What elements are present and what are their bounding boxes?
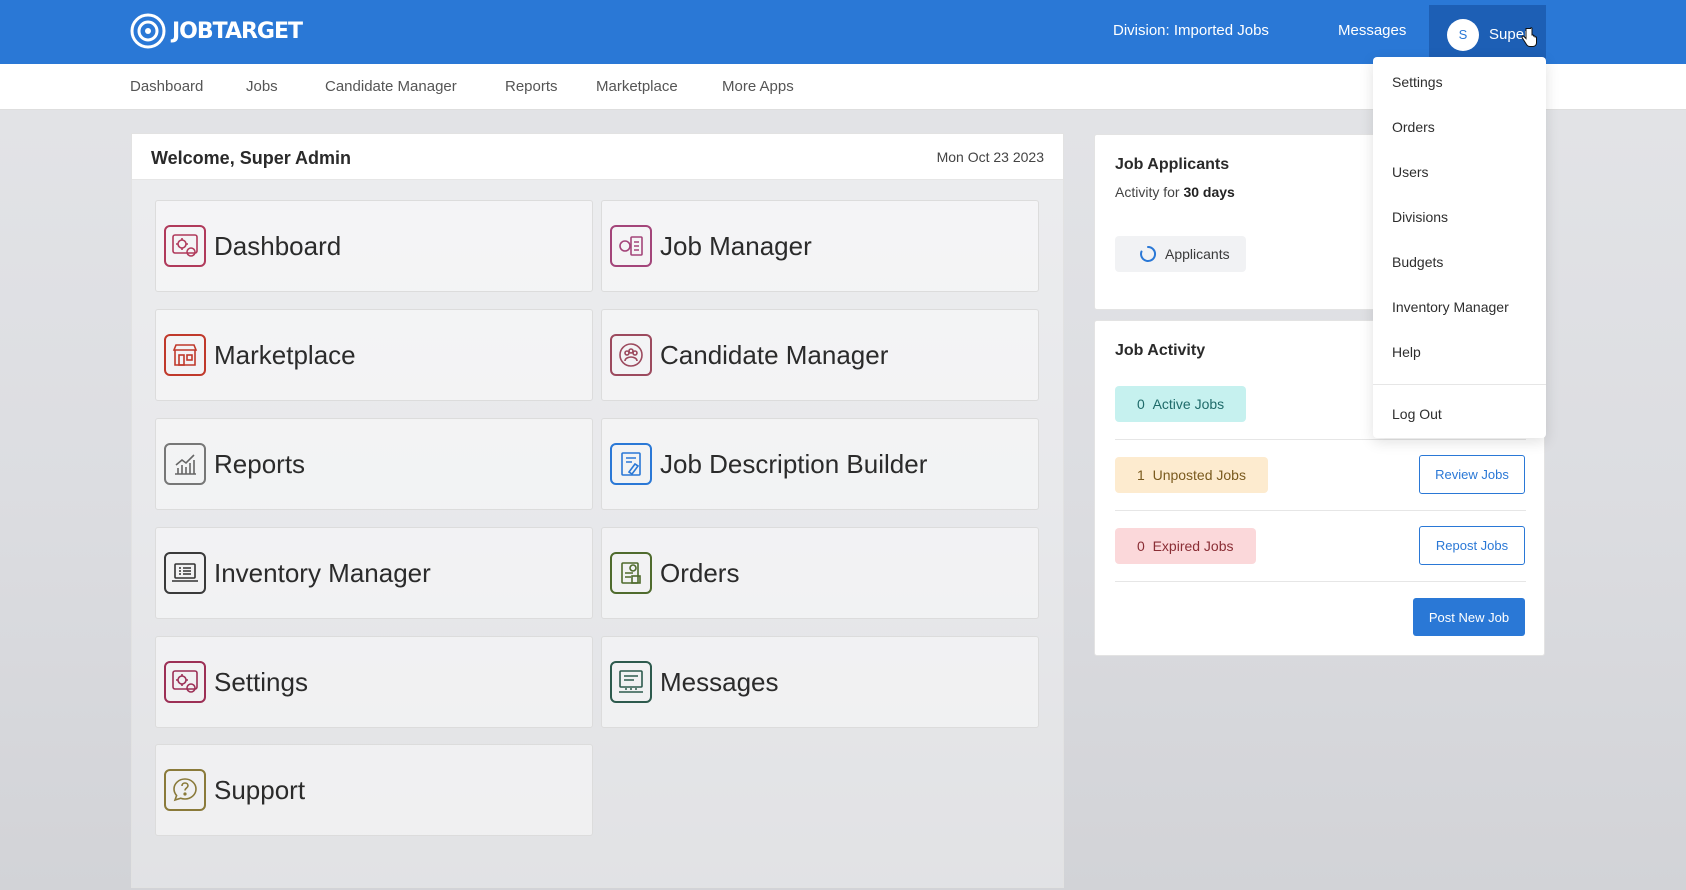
nav-candidate-manager[interactable]: Candidate Manager (325, 78, 457, 95)
help-bubble-icon (164, 769, 206, 811)
orders-clipboard-icon (610, 552, 652, 594)
post-new-job-button[interactable]: Post New Job (1413, 598, 1525, 636)
menu-item-inventory-manager[interactable]: Inventory Manager (1392, 299, 1509, 315)
menu-item-settings[interactable]: Settings (1392, 74, 1443, 90)
tile-candidate-manager[interactable]: Candidate Manager (601, 309, 1039, 401)
avatar: S (1447, 18, 1479, 51)
menu-item-orders[interactable]: Orders (1392, 119, 1435, 135)
repost-jobs-button[interactable]: Repost Jobs (1419, 526, 1525, 565)
tile-label: Settings (214, 666, 308, 697)
brand-logo[interactable]: JOBTARGET (130, 13, 303, 49)
welcome-card: Welcome, Super Admin Mon Oct 23 2023 Das… (131, 133, 1064, 888)
menu-item-help[interactable]: Help (1392, 344, 1421, 360)
tile-job-manager[interactable]: Job Manager (601, 200, 1039, 292)
tile-label: Messages (660, 666, 779, 697)
division-label: Division: (1113, 22, 1170, 39)
job-activity-title: Job Activity (1115, 342, 1206, 359)
loading-spinner-icon (1140, 245, 1157, 262)
menu-item-users[interactable]: Users (1392, 164, 1429, 180)
settings-gear-icon (164, 661, 206, 703)
menu-item-log-out[interactable]: Log Out (1392, 406, 1442, 422)
nav-jobs[interactable]: Jobs (246, 78, 278, 95)
applicants-label: Applicants (1165, 246, 1230, 262)
active-jobs-badge[interactable]: 0 Active Jobs (1115, 386, 1247, 422)
bar-chart-icon (164, 443, 206, 485)
dashboard-gear-icon (164, 225, 206, 267)
tile-settings[interactable]: Settings (155, 636, 593, 728)
target-logo-icon (130, 13, 166, 49)
job-applicants-title: Job Applicants (1115, 156, 1230, 173)
tile-job-description-builder[interactable]: Job Description Builder (601, 418, 1039, 510)
hand-cursor-icon (1521, 27, 1537, 47)
user-dropdown-menu: Settings Orders Users Divisions Budgets … (1373, 57, 1546, 438)
current-date: Mon Oct 23 2023 (936, 149, 1044, 165)
tile-label: Marketplace (214, 339, 356, 370)
nav-reports[interactable]: Reports (505, 78, 558, 95)
tile-label: Candidate Manager (660, 339, 889, 370)
tile-support[interactable]: Support (155, 744, 593, 836)
applicants-loading-chip[interactable]: Applicants (1115, 236, 1246, 272)
division-value: Imported Jobs (1173, 22, 1269, 39)
divider (1115, 439, 1526, 440)
menu-item-budgets[interactable]: Budgets (1392, 254, 1443, 270)
tile-label: Reports (214, 448, 306, 479)
unposted-jobs-badge[interactable]: 1 Unposted Jobs (1115, 457, 1268, 493)
menu-item-divisions[interactable]: Divisions (1392, 209, 1448, 225)
expired-jobs-badge[interactable]: 0 Expired Jobs (1115, 528, 1256, 564)
tile-messages[interactable]: Messages (601, 636, 1039, 728)
menu-divider (1373, 384, 1546, 385)
top-bar: JOBTARGET Division: Imported Jobs Messag… (0, 0, 1686, 64)
brand-name: JOBTARGET (172, 18, 303, 44)
tile-marketplace[interactable]: Marketplace (155, 309, 593, 401)
activity-period: Activity for 30 days (1115, 184, 1235, 200)
tile-label: Support (214, 774, 306, 805)
job-manager-icon (610, 225, 652, 267)
messages-link[interactable]: Messages (1338, 22, 1406, 39)
welcome-header: Welcome, Super Admin Mon Oct 23 2023 (132, 134, 1063, 180)
storefront-icon (164, 334, 206, 376)
candidates-gear-icon (610, 334, 652, 376)
document-builder-icon (610, 443, 652, 485)
tile-dashboard[interactable]: Dashboard (155, 200, 593, 292)
divider (1115, 510, 1526, 511)
tile-label: Job Manager (660, 230, 812, 261)
division-selector[interactable]: Division: Imported Jobs (1113, 22, 1269, 39)
tile-label: Job Description Builder (660, 448, 928, 479)
tile-label: Dashboard (214, 230, 342, 261)
tile-inventory-manager[interactable]: Inventory Manager (155, 527, 593, 619)
nav-marketplace[interactable]: Marketplace (596, 78, 678, 95)
tile-reports[interactable]: Reports (155, 418, 593, 510)
nav-dashboard[interactable]: Dashboard (130, 78, 203, 95)
welcome-title: Welcome, Super Admin (151, 148, 352, 168)
messages-screen-icon (610, 661, 652, 703)
laptop-list-icon (164, 552, 206, 594)
review-jobs-button[interactable]: Review Jobs (1419, 455, 1525, 494)
nav-more-apps[interactable]: More Apps (722, 78, 794, 95)
tile-label: Inventory Manager (214, 557, 431, 588)
tile-label: Orders (660, 557, 740, 588)
tile-orders[interactable]: Orders (601, 527, 1039, 619)
divider (1115, 581, 1526, 582)
